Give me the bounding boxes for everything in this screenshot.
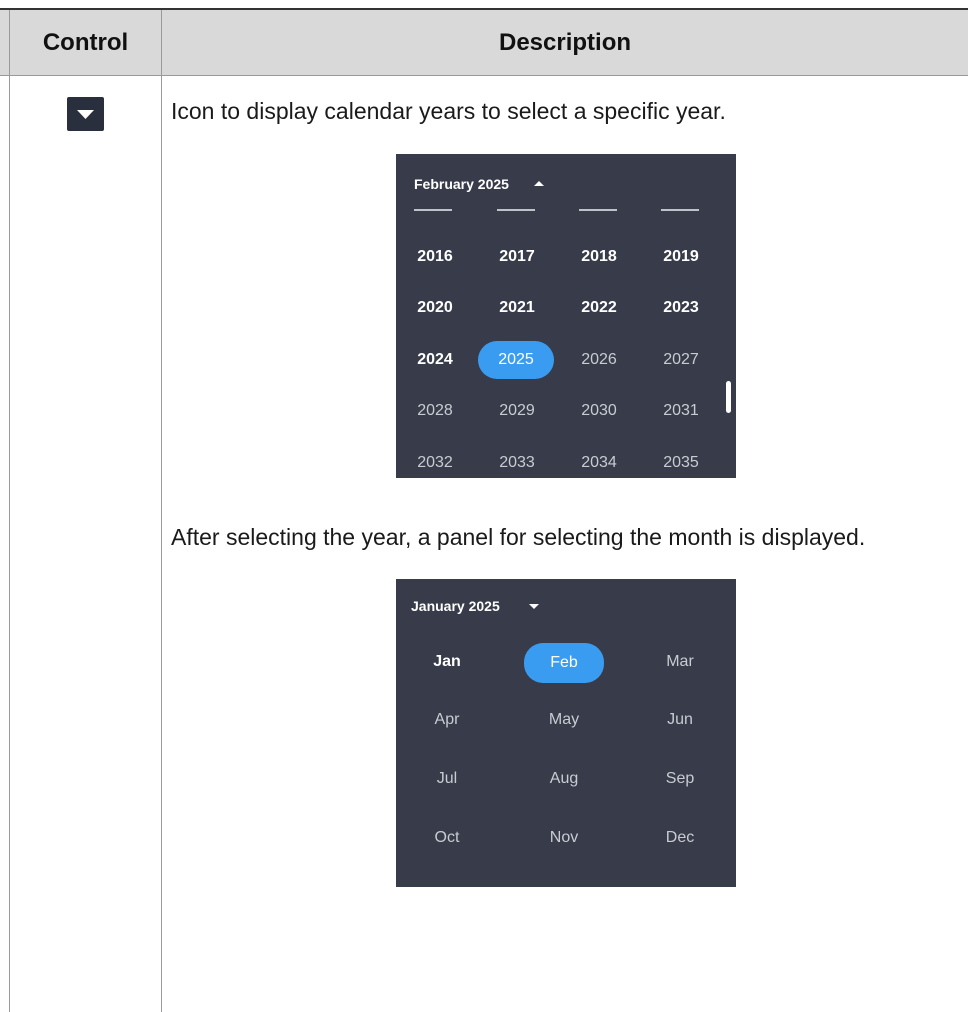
description-text-2: After selecting the year, a panel for se… [171,524,866,550]
year-scrollbar[interactable] [726,381,731,413]
caret-down-icon[interactable] [529,603,539,611]
month-cell[interactable]: Dec [640,819,720,857]
month-cell[interactable]: Jul [407,760,487,798]
year-cell[interactable]: 2019 [642,238,720,276]
year-cell[interactable]: 2023 [642,289,720,327]
month-cell[interactable]: Apr [407,701,487,739]
description-text-1: Icon to display calendar years to select… [171,98,726,124]
header-control: Control [42,29,129,56]
year-cell[interactable]: 2032 [396,444,474,482]
year-cell[interactable]: 2021 [478,289,556,327]
caret-up-icon[interactable] [534,180,544,188]
month-cell[interactable]: Mar [640,643,720,681]
year-cell[interactable]: 2016 [396,238,474,276]
year-cell[interactable]: 2027 [642,341,720,379]
table-left-border [9,10,10,1012]
year-picker-panel: February 2025 2016 2017 2018 2019 2020 2… [396,154,736,478]
month-cell[interactable]: May [524,701,604,739]
selected-year-cell[interactable]: 2025 [478,341,554,379]
month-cell[interactable]: Aug [524,760,604,798]
partial-year-row [414,209,452,211]
year-cell[interactable]: 2035 [642,444,720,482]
month-cell[interactable]: Jun [640,701,720,739]
selected-month-cell[interactable]: Feb [524,643,604,683]
month-cell[interactable]: Sep [640,760,720,798]
year-picker-title[interactable]: February 2025 [414,176,509,192]
year-cell[interactable]: 2033 [478,444,556,482]
partial-year-row [661,209,699,211]
year-cell[interactable]: 2028 [396,392,474,430]
month-cell[interactable]: Jan [407,643,487,681]
month-picker-panel: January 2025 Jan Feb Mar Apr May Jun Jul… [396,579,736,887]
dropdown-arrow-icon[interactable] [67,97,104,131]
control-table: Control Description Icon to display cale… [0,0,968,1012]
header-description: Description [498,29,632,56]
year-cell[interactable]: 2022 [560,289,638,327]
year-cell[interactable]: 2024 [396,341,474,379]
year-cell[interactable]: 2020 [396,289,474,327]
month-cell[interactable]: Oct [407,819,487,857]
year-cell[interactable]: 2031 [642,392,720,430]
column-divider [161,10,162,1012]
month-picker-title[interactable]: January 2025 [411,598,500,614]
year-cell[interactable]: 2030 [560,392,638,430]
month-cell[interactable]: Nov [524,819,604,857]
partial-year-row [497,209,535,211]
year-cell[interactable]: 2026 [560,341,638,379]
year-cell[interactable]: 2034 [560,444,638,482]
year-cell[interactable]: 2029 [478,392,556,430]
year-cell[interactable]: 2018 [560,238,638,276]
partial-year-row [579,209,617,211]
year-cell[interactable]: 2017 [478,238,556,276]
